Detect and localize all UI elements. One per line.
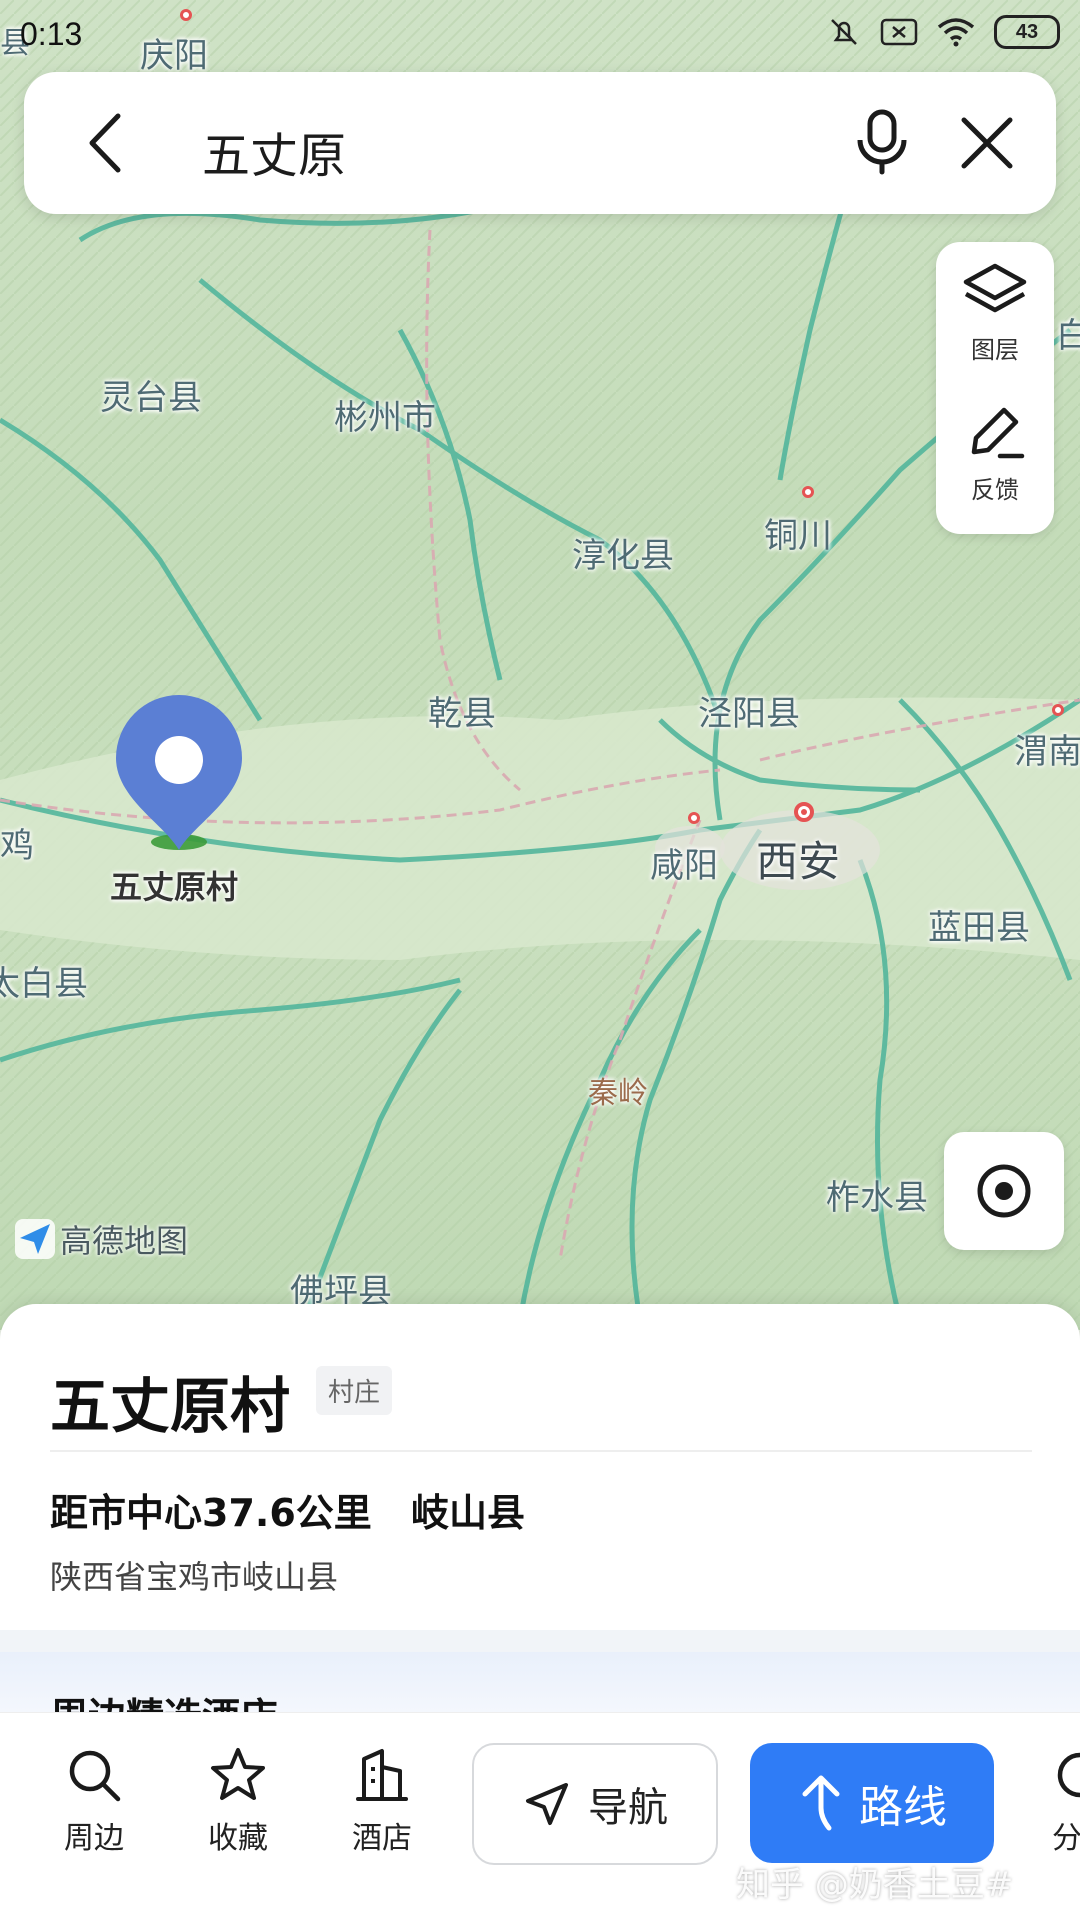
route-label: 路线 [859, 1782, 947, 1833]
search-bar[interactable]: 五丈原 [24, 72, 1056, 214]
city-marker-weinan [1052, 704, 1064, 716]
pin-label[interactable]: 五丈原村 [110, 862, 238, 908]
status-icons: 43 [826, 14, 1060, 50]
search-icon [69, 1750, 121, 1802]
map-label-lingtai[interactable]: 灵台县 [100, 370, 202, 419]
map-label-chunhua[interactable]: 淳化县 [572, 528, 674, 577]
feedback-label: 反馈 [971, 476, 1019, 504]
layers-icon [963, 263, 1027, 313]
navigate-label: 导航 [588, 1785, 668, 1831]
navigate-button[interactable]: 导航 [472, 1743, 718, 1865]
map-label-edge-right: 白 [1056, 316, 1080, 356]
map-tool-panel: 图层 反馈 [936, 242, 1054, 534]
distance-info: 距市中心37.6公里 岐山县 [50, 1482, 525, 1537]
bottom-action-bar: 周边 收藏 酒店 导航 路线 分 知乎 @奶香土豆# [0, 1712, 1080, 1921]
map-label-baoji-partial[interactable]: 鸡 [0, 818, 34, 867]
back-arrow-icon[interactable] [74, 108, 144, 178]
battery-indicator: 43 [994, 15, 1060, 49]
mute-bell-icon [831, 19, 857, 45]
locate-me-button[interactable] [944, 1132, 1064, 1250]
county-text: 岐山县 [411, 1491, 526, 1535]
map-label-qinling[interactable]: 秦岭 [588, 1068, 648, 1112]
map-label-xian[interactable]: 西安 [756, 828, 840, 889]
image-credit: 知乎 @奶香土豆# [736, 1865, 1014, 1905]
distance-text: 距市中心37.6公里 [50, 1491, 372, 1535]
locate-target-icon [977, 1164, 1031, 1218]
amap-brand-text: 高德地图 [60, 1222, 189, 1260]
city-marker-tongchuan [802, 486, 814, 498]
navigation-arrow-icon [526, 1783, 568, 1825]
route-arrow-icon [802, 1775, 840, 1831]
favorite-button[interactable]: 收藏 [188, 1745, 288, 1857]
location-pin-icon[interactable] [112, 694, 246, 854]
city-marker-xian [794, 802, 814, 822]
place-title: 五丈原村 [50, 1372, 290, 1442]
route-button[interactable]: 路线 [750, 1743, 994, 1863]
map-label-lantian[interactable]: 蓝田县 [928, 900, 1030, 949]
search-input[interactable]: 五丈原 [202, 116, 346, 186]
status-time: 0:13 [20, 16, 83, 52]
nearby-label: 周边 [64, 1821, 124, 1856]
share-icon [1057, 1752, 1080, 1798]
edit-pen-icon [971, 407, 1025, 459]
nearby-hotels-section[interactable]: 周边精选酒店 [0, 1652, 1080, 1712]
city-marker-xianyang [688, 812, 700, 824]
place-category-tag: 村庄 [316, 1366, 393, 1415]
amap-brand: 高德地图 [14, 1216, 188, 1262]
microphone-icon[interactable] [846, 106, 918, 178]
amap-logo-icon [15, 1219, 55, 1259]
hotel-building-icon [356, 1749, 408, 1801]
wifi-icon [937, 18, 975, 47]
map-label-tongchuan[interactable]: 铜川 [764, 508, 832, 557]
favorite-label: 收藏 [208, 1821, 268, 1856]
section-separator [0, 1630, 1080, 1652]
hotel-button[interactable]: 酒店 [332, 1745, 432, 1857]
map-label-xianyang[interactable]: 咸阳 [650, 838, 718, 887]
feedback-button[interactable]: 反馈 [936, 400, 1054, 505]
nearby-button[interactable]: 周边 [44, 1745, 144, 1857]
layers-button[interactable]: 图层 [936, 260, 1054, 365]
nearby-hotels-title: 周边精选酒店 [50, 1686, 278, 1712]
map-label-zhashui[interactable]: 柞水县 [826, 1170, 928, 1219]
map-label-taibai-partial[interactable]: 太白县 [0, 956, 88, 1005]
divider [50, 1450, 1032, 1452]
map-label-jingyang[interactable]: 泾阳县 [698, 686, 800, 735]
status-bar: 0:13 43 [0, 0, 1080, 72]
address-text: 陕西省宝鸡市岐山县 [50, 1558, 339, 1596]
sim-off-icon [880, 18, 918, 46]
map-label-weinan[interactable]: 渭南 [1014, 724, 1080, 773]
layers-label: 图层 [971, 336, 1019, 364]
close-icon[interactable] [952, 108, 1022, 178]
map-label-binzhou[interactable]: 彬州市 [334, 390, 436, 439]
hotel-label: 酒店 [352, 1821, 412, 1856]
star-icon [211, 1748, 265, 1800]
share-label: 分 [1052, 1821, 1080, 1856]
map-label-qianxian[interactable]: 乾县 [428, 686, 496, 735]
share-button[interactable]: 分 [1052, 1745, 1080, 1857]
